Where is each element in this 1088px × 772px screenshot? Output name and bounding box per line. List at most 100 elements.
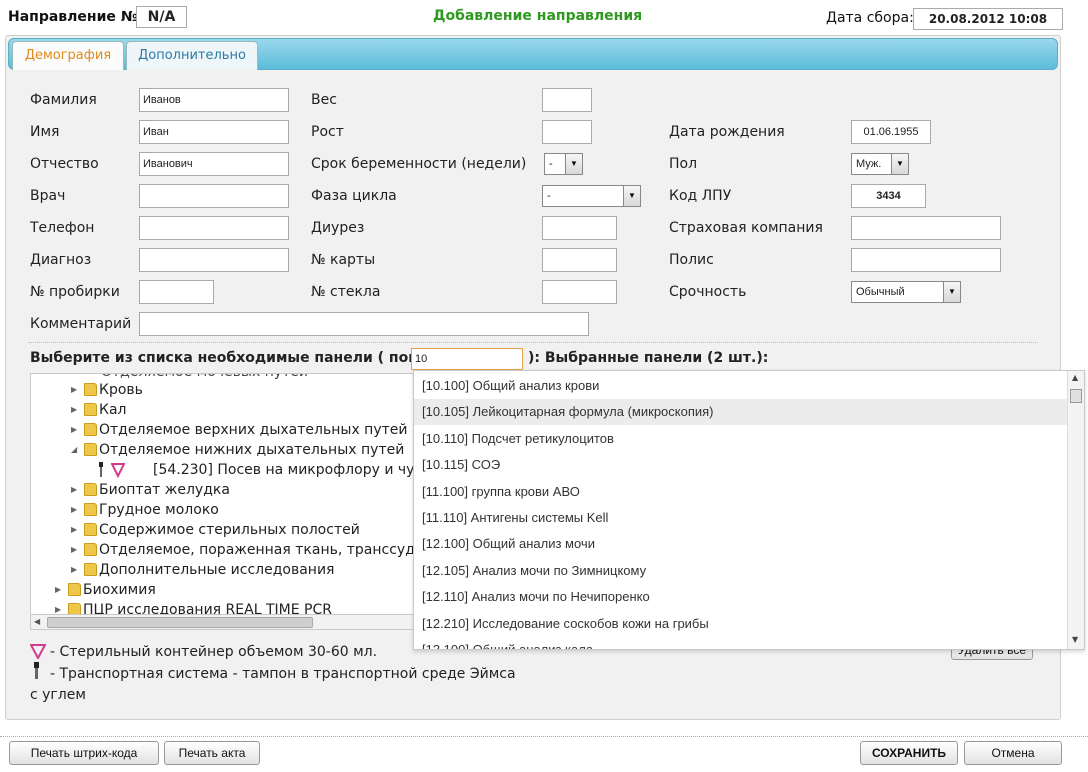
cycle-phase-select[interactable]: - ▼	[542, 185, 641, 207]
sterile-container-icon	[30, 644, 46, 659]
height-input[interactable]	[542, 120, 592, 144]
weight-label: Вес	[311, 92, 337, 108]
name-input[interactable]: Иван	[139, 120, 289, 144]
pregnancy-term-select[interactable]: - ▼	[544, 153, 583, 175]
scrollbar-thumb[interactable]	[47, 617, 313, 628]
scroll-up-icon[interactable]: ▲	[1072, 373, 1078, 382]
tree-item-label: Отделяемое, пораженная ткань, транссудат…	[99, 542, 430, 558]
insurance-label: Страховая компания	[669, 220, 823, 236]
tab-demography[interactable]: Демография	[12, 41, 124, 70]
folder-icon	[84, 523, 97, 536]
expand-icon[interactable]: ▶	[71, 400, 81, 420]
insurance-input[interactable]	[851, 216, 1001, 240]
cycle-phase-value: -	[547, 190, 551, 202]
dropdown-option[interactable]: [12.100] Общий анализ мочи	[414, 531, 1069, 557]
tree-horizontal-scrollbar[interactable]: ◀	[30, 614, 430, 630]
folder-icon	[84, 403, 97, 416]
collapse-icon[interactable]: ◢	[71, 440, 81, 460]
sterile-container-icon	[111, 463, 125, 478]
panel-search-dropdown[interactable]: [10.100] Общий анализ крови [10.105] Лей…	[413, 370, 1085, 650]
legend-sterile-text: - Стерильный контейнер объемом 30-60 мл.	[50, 644, 378, 660]
folder-icon	[68, 583, 81, 596]
scroll-down-icon[interactable]: ▼	[1072, 635, 1078, 644]
urgency-select[interactable]: Обычный ▼	[851, 281, 961, 303]
expand-icon[interactable]: ▶	[71, 560, 81, 580]
cancel-button[interactable]: Отмена	[964, 741, 1062, 765]
expand-icon[interactable]: ▶	[71, 500, 81, 520]
policy-input[interactable]	[851, 248, 1001, 272]
save-button[interactable]: СОХРАНИТЬ	[860, 741, 958, 765]
dropdown-option[interactable]: [12.110] Анализ мочи по Нечипоренко	[414, 584, 1069, 610]
panel-search-input[interactable]: 10	[411, 348, 523, 370]
dropdown-option[interactable]: [12.105] Анализ мочи по Зимницкому	[414, 558, 1069, 584]
tree-item-label: Отделяемое верхних дыхательных путей	[99, 422, 408, 438]
pregnancy-term-value: -	[549, 158, 553, 170]
tree-item-label: Грудное молоко	[99, 502, 219, 518]
surname-input[interactable]: Иванов	[139, 88, 289, 112]
expand-icon[interactable]: ▶	[71, 520, 81, 540]
expand-icon[interactable]: ▶	[71, 480, 81, 500]
dropdown-vertical-scrollbar[interactable]: ▲ ▼	[1067, 371, 1084, 649]
comment-input[interactable]	[139, 312, 589, 336]
dropdown-option[interactable]: [10.105] Лейкоцитарная формула (микроско…	[414, 399, 1069, 425]
tree-item-label: [54.230] Посев на микрофлору и чувствите…	[153, 462, 429, 478]
sex-value: Муж.	[856, 158, 882, 170]
tab-additional[interactable]: Дополнительно	[126, 41, 258, 70]
diagnosis-input[interactable]	[139, 248, 289, 272]
tree-item-label: Содержимое стерильных полостей	[99, 522, 360, 538]
dropdown-option[interactable]: [12.210] Исследование соскобов кожи на г…	[414, 611, 1069, 637]
weight-input[interactable]	[542, 88, 592, 112]
tree-item-label: Биоптат желудка	[99, 482, 230, 498]
collection-date-label: Дата сбора:	[826, 10, 914, 26]
birth-date-input[interactable]: 01.06.1955	[851, 120, 931, 144]
sex-label: Пол	[669, 156, 698, 172]
print-barcode-button[interactable]: Печать штрих-кода	[9, 741, 159, 765]
slide-number-input[interactable]	[542, 280, 617, 304]
policy-label: Полис	[669, 252, 714, 268]
slide-number-label: № стекла	[311, 284, 381, 300]
expand-icon[interactable]: ▶	[71, 380, 81, 400]
lpu-code-label: Код ЛПУ	[669, 188, 732, 204]
chevron-down-icon: ▼	[891, 154, 908, 174]
dropdown-option[interactable]: [11.110] Антигены системы Kell	[414, 505, 1069, 531]
dropdown-option[interactable]: [13.100] Общий анализ кала	[414, 637, 1069, 649]
card-number-input[interactable]	[542, 248, 617, 272]
panel-tree[interactable]: Отделяемое мочевых путей ▶ Кровь ▶ Кал ▶…	[30, 373, 430, 616]
diuresis-input[interactable]	[542, 216, 617, 240]
folder-icon	[84, 543, 97, 556]
dropdown-option[interactable]: [10.115] СОЭ	[414, 452, 1069, 478]
sex-select[interactable]: Муж. ▼	[851, 153, 909, 175]
patronymic-label: Отчество	[30, 156, 99, 172]
folder-icon	[84, 483, 97, 496]
tree-item-label: Отделяемое нижних дыхательных путей	[99, 442, 405, 458]
folder-icon	[84, 423, 97, 436]
legend-transport-text: - Транспортная система - тампон в трансп…	[30, 666, 516, 703]
folder-icon	[84, 503, 97, 516]
diagnosis-label: Диагноз	[30, 252, 92, 268]
scrollbar-thumb[interactable]	[1070, 389, 1082, 403]
print-act-button[interactable]: Печать акта	[164, 741, 260, 765]
dropdown-option[interactable]: [10.110] Подсчет ретикулоцитов	[414, 426, 1069, 452]
referral-label: Направление №:	[8, 9, 144, 25]
tree-item-label: Кал	[99, 402, 127, 418]
phone-input[interactable]	[139, 216, 289, 240]
expand-icon[interactable]: ▶	[71, 420, 81, 440]
dropdown-option[interactable]: [10.100] Общий анализ крови	[414, 373, 1069, 399]
card-number-label: № карты	[311, 252, 376, 268]
patronymic-input[interactable]: Иванович	[139, 152, 289, 176]
tree-item-label: Дополнительные исследования	[99, 562, 335, 578]
expand-icon[interactable]: ▶	[71, 540, 81, 560]
collection-date-field[interactable]: 20.08.2012 10:08	[913, 8, 1063, 30]
height-label: Рост	[311, 124, 344, 140]
doctor-input[interactable]	[139, 184, 289, 208]
pregnancy-term-label: Срок беременности (недели)	[311, 156, 527, 172]
dropdown-option[interactable]: [11.100] группа крови АВО	[414, 479, 1069, 505]
lpu-code-input[interactable]: 3434	[851, 184, 926, 208]
tree-item-label: Биохимия	[83, 582, 156, 598]
doctor-label: Врач	[30, 188, 66, 204]
section-divider	[28, 342, 1038, 343]
tube-number-input[interactable]	[139, 280, 214, 304]
folder-icon	[84, 563, 97, 576]
scroll-left-icon[interactable]: ◀	[34, 615, 40, 629]
expand-icon[interactable]: ▶	[55, 580, 65, 600]
